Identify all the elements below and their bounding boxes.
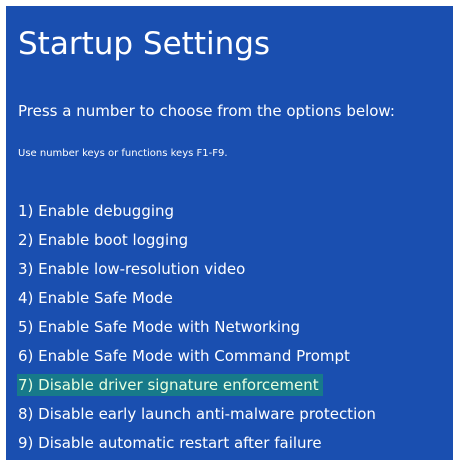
option-label: 6) Enable Safe Mode with Command Prompt	[18, 347, 350, 365]
startup-settings-screen: Startup Settings Press a number to choos…	[6, 6, 453, 460]
option-label: 5) Enable Safe Mode with Networking	[18, 318, 301, 336]
option-label: 3) Enable low-resolution video	[18, 260, 246, 278]
option-enable-debugging[interactable]: 1) Enable debugging	[18, 200, 376, 229]
option-enable-safe-mode[interactable]: 4) Enable Safe Mode	[18, 287, 376, 316]
option-label: 4) Enable Safe Mode	[18, 289, 173, 307]
option-label: 7) Disable driver signature enforcement	[17, 374, 323, 396]
option-disable-automatic-restart[interactable]: 9) Disable automatic restart after failu…	[18, 432, 376, 460]
option-disable-driver-signature-enforcement[interactable]: 7) Disable driver signature enforcement	[17, 374, 376, 403]
option-enable-low-resolution-video[interactable]: 3) Enable low-resolution video	[18, 258, 376, 287]
instruction-text: Press a number to choose from the option…	[18, 102, 395, 120]
option-safe-mode-command-prompt[interactable]: 6) Enable Safe Mode with Command Prompt	[18, 345, 376, 374]
option-label: 1) Enable debugging	[18, 202, 175, 220]
options-list: 1) Enable debugging 2) Enable boot loggi…	[17, 200, 376, 460]
option-label: 2) Enable boot logging	[18, 231, 189, 249]
option-safe-mode-networking[interactable]: 5) Enable Safe Mode with Networking	[18, 316, 376, 345]
option-enable-boot-logging[interactable]: 2) Enable boot logging	[18, 229, 376, 258]
option-label: 8) Disable early launch anti-malware pro…	[18, 405, 376, 423]
page-title: Startup Settings	[18, 26, 271, 62]
option-disable-early-launch-anti-malware[interactable]: 8) Disable early launch anti-malware pro…	[18, 403, 376, 432]
hint-text: Use number keys or functions keys F1-F9.	[18, 148, 228, 159]
option-label: 9) Disable automatic restart after failu…	[18, 434, 322, 452]
